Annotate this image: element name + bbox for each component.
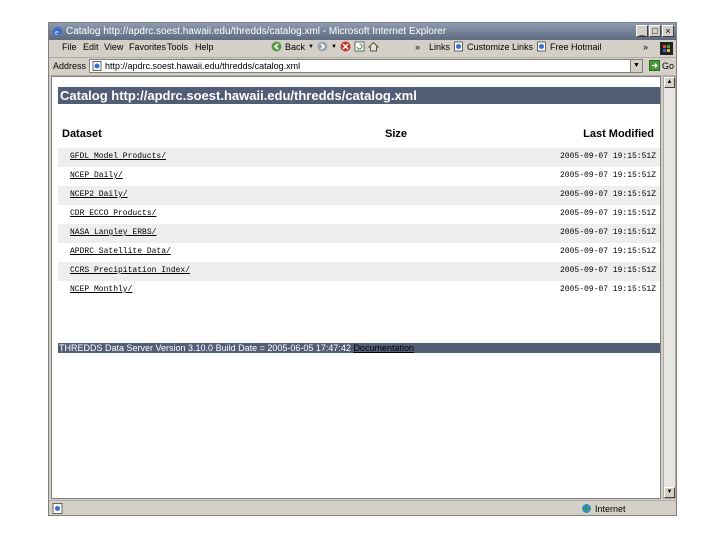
- go-arrow-icon: [649, 60, 660, 71]
- home-icon[interactable]: [367, 41, 379, 52]
- maximize-button[interactable]: □: [649, 25, 661, 37]
- last-modified-value: 2005-09-07 19:15:51Z: [559, 209, 656, 218]
- dataset-link[interactable]: APDRC Satellite Data/: [70, 247, 171, 256]
- column-header-dataset: Dataset: [62, 128, 102, 140]
- svg-text:e: e: [55, 28, 59, 37]
- back-button[interactable]: Back: [285, 42, 305, 52]
- address-bar: Address http://apdrc.soest.hawaii.edu/th…: [49, 58, 676, 76]
- documentation-link[interactable]: Documentation: [353, 343, 414, 353]
- column-header-last-modified: Last Modified: [583, 128, 654, 140]
- table-row: NCEP Monthly/ 2005-09-07 19:15:51Z: [58, 281, 660, 300]
- links-toolbar: Links Customize Links Free Hotmail: [429, 41, 602, 52]
- menu-help[interactable]: Help: [195, 42, 214, 52]
- link-page-icon: [454, 41, 464, 52]
- links-chevron[interactable]: »: [643, 42, 648, 52]
- address-input[interactable]: http://apdrc.soest.hawaii.edu/thredds/ca…: [89, 59, 643, 73]
- menu-edit[interactable]: Edit: [83, 42, 99, 52]
- last-modified-value: 2005-09-07 19:15:51Z: [559, 228, 656, 237]
- table-row: APDRC Satellite Data/ 2005-09-07 19:15:5…: [58, 243, 660, 262]
- address-dropdown-icon[interactable]: ▼: [630, 60, 642, 72]
- security-zone: Internet: [581, 503, 626, 514]
- back-dropdown-icon[interactable]: ▼: [308, 44, 314, 50]
- scroll-up-icon[interactable]: ▲: [664, 77, 675, 88]
- table-row: NCEP Daily/ 2005-09-07 19:15:51Z: [58, 167, 660, 186]
- status-bar: Internet: [49, 500, 676, 515]
- dataset-link[interactable]: GFDL Model Products/: [70, 152, 166, 161]
- stop-icon[interactable]: [340, 41, 351, 52]
- menu-tools[interactable]: Tools: [167, 42, 188, 52]
- zone-label: Internet: [595, 503, 626, 514]
- address-url[interactable]: http://apdrc.soest.hawaii.edu/thredds/ca…: [105, 61, 300, 71]
- dataset-link[interactable]: CCRS Precipitation Index/: [70, 266, 190, 275]
- go-button[interactable]: Go: [649, 60, 674, 71]
- window-title: Catalog http://apdrc.soest.hawaii.edu/th…: [66, 26, 447, 37]
- free-hotmail-link[interactable]: Free Hotmail: [550, 42, 602, 52]
- browser-window: e Catalog http://apdrc.soest.hawaii.edu/…: [48, 22, 677, 516]
- dataset-link[interactable]: NASA Langley ERBS/: [70, 228, 156, 237]
- menu-favorites[interactable]: Favorites: [129, 42, 166, 52]
- column-header-size: Size: [385, 128, 408, 140]
- menu-view[interactable]: View: [104, 42, 123, 52]
- page-title: Catalog http://apdrc.soest.hawaii.edu/th…: [58, 87, 660, 104]
- refresh-icon[interactable]: [354, 41, 365, 52]
- link-page-icon: [537, 41, 547, 52]
- dataset-link[interactable]: CDR ECCO Products/: [70, 209, 156, 218]
- last-modified-value: 2005-09-07 19:15:51Z: [559, 266, 656, 275]
- last-modified-value: 2005-09-07 19:15:51Z: [559, 152, 656, 161]
- minimize-button[interactable]: _: [636, 25, 648, 37]
- toolbar-chevron[interactable]: »: [415, 42, 420, 52]
- windows-logo-icon: [660, 42, 673, 55]
- back-arrow-icon[interactable]: [271, 41, 282, 52]
- customize-links-link[interactable]: Customize Links: [467, 42, 533, 52]
- title-bar[interactable]: e Catalog http://apdrc.soest.hawaii.edu/…: [49, 23, 676, 40]
- links-label[interactable]: Links: [429, 42, 450, 52]
- table-row: CDR ECCO Products/ 2005-09-07 19:15:51Z: [58, 205, 660, 224]
- menu-bar: File Edit View Favorites Tools Help Back…: [49, 40, 676, 58]
- page-content: Catalog http://apdrc.soest.hawaii.edu/th…: [51, 76, 661, 499]
- page-icon: [92, 61, 102, 71]
- forward-dropdown-icon[interactable]: ▼: [331, 44, 337, 50]
- globe-icon: [582, 504, 591, 513]
- last-modified-value: 2005-09-07 19:15:51Z: [559, 171, 656, 180]
- table-row: CCRS Precipitation Index/ 2005-09-07 19:…: [58, 262, 660, 281]
- ie-logo-icon: e: [53, 27, 62, 37]
- go-label: Go: [662, 60, 675, 71]
- close-button[interactable]: ×: [662, 25, 674, 37]
- scroll-down-icon[interactable]: ▼: [664, 487, 675, 498]
- server-footer: THREDDS Data Server Version 3.10.0 Build…: [58, 343, 660, 353]
- last-modified-value: 2005-09-07 19:15:51Z: [559, 247, 656, 256]
- last-modified-value: 2005-09-07 19:15:51Z: [559, 190, 656, 199]
- dataset-link[interactable]: NCEP2 Daily/: [70, 190, 128, 199]
- dataset-link[interactable]: NCEP Daily/: [70, 171, 123, 180]
- nav-toolbar: Back ▼ ▼: [271, 41, 379, 52]
- menu-file[interactable]: File: [62, 42, 77, 52]
- table-row: NASA Langley ERBS/ 2005-09-07 19:15:51Z: [58, 224, 660, 243]
- address-label: Address: [53, 61, 87, 71]
- vertical-scrollbar[interactable]: ▲ ▼: [663, 76, 676, 499]
- table-row: GFDL Model Products/ 2005-09-07 19:15:51…: [58, 148, 660, 167]
- server-version: THREDDS Data Server Version 3.10.0 Build…: [59, 343, 351, 353]
- page-status-icon: [52, 503, 63, 514]
- forward-arrow-icon[interactable]: [317, 41, 328, 52]
- table-row: NCEP2 Daily/ 2005-09-07 19:15:51Z: [58, 186, 660, 205]
- dataset-link[interactable]: NCEP Monthly/: [70, 285, 132, 294]
- last-modified-value: 2005-09-07 19:15:51Z: [559, 285, 656, 294]
